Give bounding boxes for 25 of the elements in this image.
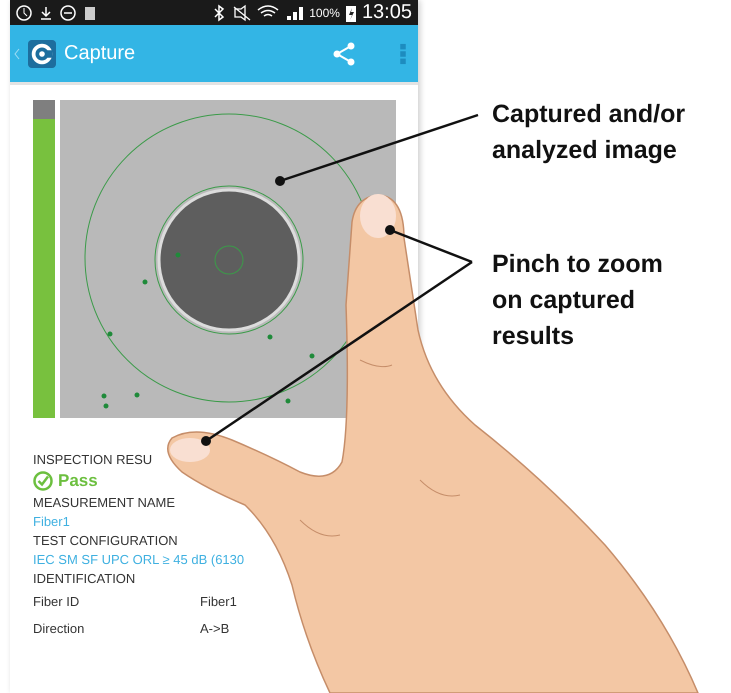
callout-text: Captured and/or analyzed image	[492, 99, 686, 166]
field-value: Fiber1	[33, 513, 71, 531]
result-status: Pass	[58, 471, 98, 491]
section-label: INSPECTION RESU	[33, 451, 154, 469]
clock: 13:05	[362, 1, 412, 24]
share-icon[interactable]	[332, 42, 356, 66]
app-title: Capture	[64, 42, 136, 65]
check-circle-icon	[33, 471, 53, 491]
field-value: A->B	[200, 621, 230, 636]
field-label: Direction	[33, 621, 86, 636]
section-label: IDENTIFICATION	[33, 570, 136, 588]
back-icon[interactable]	[14, 48, 20, 60]
do-not-disturb-icon	[60, 4, 76, 22]
section-label: TEST CONFIGURATION	[33, 532, 179, 550]
field-value: IEC SM SF UPC ORL ≥ 45 dB (6130	[33, 551, 246, 569]
battery-icon	[346, 4, 356, 22]
field-value: Fiber1	[200, 594, 237, 609]
callout-text: Pinch to zoom on captured results	[492, 249, 664, 352]
battery-percent: 100%	[309, 6, 340, 20]
section-label: MEASUREMENT NAME	[33, 494, 176, 512]
app-logo-icon	[28, 40, 56, 68]
more-options-icon[interactable]	[400, 42, 406, 64]
field-label: Fiber ID	[33, 594, 80, 609]
mute-icon	[233, 4, 252, 22]
alarm-icon	[16, 4, 32, 22]
